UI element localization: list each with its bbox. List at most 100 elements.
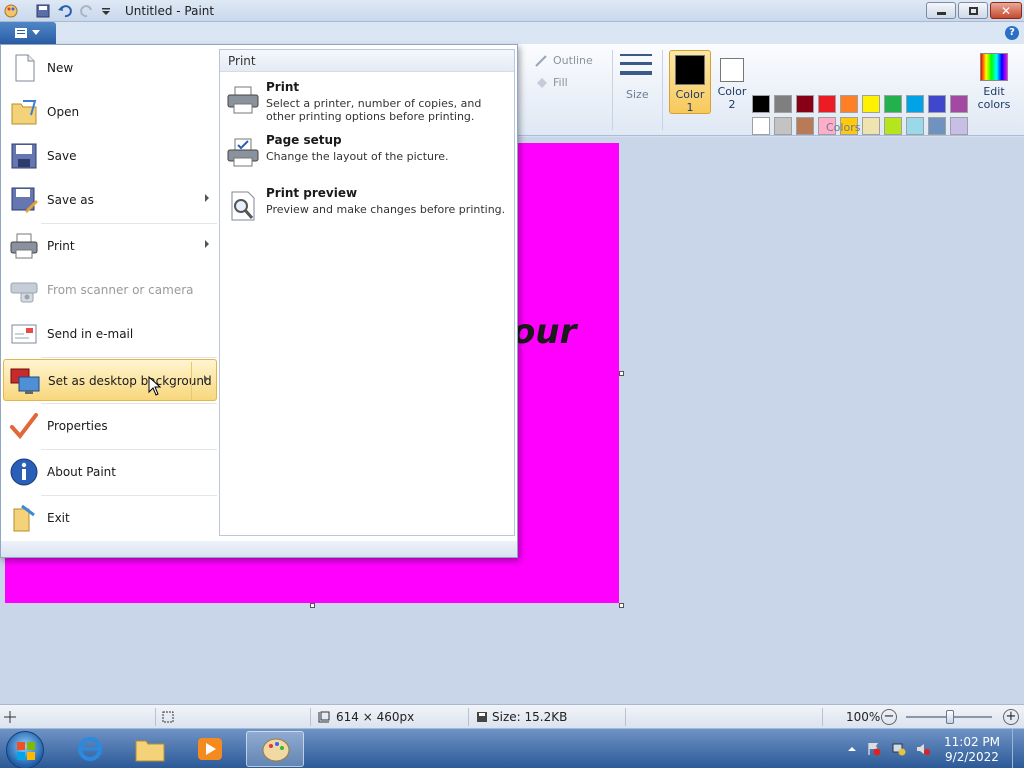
app-menu-button[interactable] — [0, 22, 56, 44]
color2-button[interactable]: Color 2 — [712, 50, 752, 114]
palette-swatch[interactable] — [862, 95, 880, 113]
resize-handle-bottom[interactable] — [310, 603, 315, 608]
network-icon[interactable] — [892, 742, 906, 756]
print-submenu: Print Print Select a printer, number of … — [219, 49, 515, 536]
submenu-item-print-preview[interactable]: Print preview Preview and make changes b… — [224, 186, 510, 234]
resize-handle-corner[interactable] — [619, 603, 624, 608]
menu-item-save[interactable]: Save — [3, 135, 217, 177]
taskbar-media-player[interactable] — [184, 731, 236, 767]
menu-item-label: From scanner or camera — [47, 283, 194, 297]
palette-swatch[interactable] — [928, 95, 946, 113]
status-bar: 614 × 460px Size: 15.2KB 100% − + — [0, 704, 1024, 728]
submenu-item-desc: Select a printer, number of copies, and … — [266, 97, 482, 123]
submenu-item-title: Page setup — [266, 133, 342, 147]
palette-swatch[interactable] — [796, 95, 814, 113]
edit-colors-label: Edit — [983, 85, 1005, 98]
info-icon — [10, 458, 38, 486]
customize-qat-icon[interactable] — [98, 3, 114, 19]
menu-divider — [41, 223, 217, 224]
taskbar-paint[interactable] — [246, 731, 304, 767]
email-icon — [11, 324, 37, 344]
palette-swatch[interactable] — [818, 95, 836, 113]
folder-icon — [135, 740, 165, 762]
color1-button[interactable]: Color 1 — [669, 50, 711, 114]
palette-swatch[interactable] — [950, 95, 968, 113]
taskbar-internet-explorer[interactable] — [64, 731, 116, 767]
menu-divider — [41, 449, 217, 450]
menu-item-label: Exit — [47, 511, 70, 525]
menu-item-open[interactable]: Open — [3, 91, 217, 133]
color2-swatch — [720, 58, 744, 82]
menu-item-exit[interactable]: Exit — [3, 497, 217, 539]
submenu-arrow-icon[interactable] — [204, 375, 208, 383]
minimize-button[interactable] — [926, 2, 956, 19]
app-menu: New Open Save Save as Print From scanner… — [0, 44, 518, 558]
palette-swatch[interactable] — [950, 117, 968, 135]
taskbar-explorer[interactable] — [124, 731, 176, 767]
status-separator — [822, 708, 823, 726]
palette-swatch[interactable] — [928, 117, 946, 135]
color-spectrum-icon — [980, 53, 1008, 81]
paint-app-icon[interactable] — [3, 3, 19, 19]
outline-button[interactable]: Outline — [553, 54, 593, 67]
color1-label: Color — [675, 88, 705, 101]
menu-item-print[interactable]: Print — [3, 225, 217, 267]
show-hidden-icons-icon[interactable] — [845, 742, 859, 756]
menu-item-label: Send in e-mail — [47, 327, 134, 341]
save-icon[interactable] — [35, 3, 51, 19]
help-icon[interactable]: ? — [1005, 26, 1019, 40]
menu-item-new[interactable]: New — [3, 47, 217, 89]
edit-colors-label-2: colors — [977, 98, 1011, 111]
printer-icon — [10, 233, 38, 259]
zoom-out-button[interactable]: − — [881, 709, 897, 725]
show-desktop-button[interactable] — [1012, 729, 1024, 768]
menu-item-save-as[interactable]: Save as — [3, 179, 217, 221]
status-separator — [310, 708, 311, 726]
clock-time: 11:02 PM — [944, 735, 1000, 749]
palette-swatch[interactable] — [752, 117, 770, 135]
palette-swatch[interactable] — [862, 117, 880, 135]
desktop-background-icon — [10, 368, 40, 394]
zoom-in-button[interactable]: + — [1003, 709, 1019, 725]
submenu-arrow-icon — [205, 194, 209, 202]
size-label: Size — [626, 88, 649, 101]
volume-icon[interactable] — [916, 742, 930, 756]
submenu-item-print[interactable]: Print Select a printer, number of copies… — [224, 80, 510, 128]
zoom-slider-thumb[interactable] — [946, 710, 954, 724]
palette-swatch[interactable] — [774, 117, 792, 135]
menu-item-send-email[interactable]: Send in e-mail — [3, 313, 217, 355]
submenu-split-divider — [191, 362, 192, 400]
palette-swatch[interactable] — [906, 117, 924, 135]
resize-handle-right[interactable] — [619, 371, 624, 376]
palette-swatch[interactable] — [796, 117, 814, 135]
close-button[interactable]: ✕ — [990, 2, 1022, 19]
edit-colors-button[interactable]: Edit colors — [974, 50, 1014, 114]
menu-item-label: New — [47, 61, 74, 75]
submenu-item-page-setup[interactable]: Page setup Change the layout of the pict… — [224, 133, 510, 181]
palette-swatch[interactable] — [774, 95, 792, 113]
size-button[interactable]: Size — [618, 52, 656, 112]
menu-item-properties[interactable]: Properties — [3, 405, 217, 447]
menu-item-from-scanner[interactable]: From scanner or camera — [3, 269, 217, 311]
system-clock[interactable]: 11:02 PM 9/2/2022 — [944, 735, 1000, 765]
palette-swatch[interactable] — [906, 95, 924, 113]
undo-icon[interactable] — [57, 3, 73, 19]
colors-group-label: Colors — [826, 121, 861, 134]
taskbar: 11:02 PM 9/2/2022 — [0, 728, 1024, 768]
menu-item-about-paint[interactable]: About Paint — [3, 451, 217, 493]
start-button[interactable] — [6, 731, 44, 768]
menu-item-label: Set as desktop background — [48, 374, 212, 388]
restore-button[interactable] — [958, 2, 988, 19]
palette-swatch[interactable] — [884, 117, 902, 135]
palette-swatch[interactable] — [884, 95, 902, 113]
palette-swatch[interactable] — [752, 95, 770, 113]
redo-icon[interactable] — [79, 3, 95, 19]
action-center-icon[interactable] — [867, 742, 881, 756]
fill-button[interactable]: Fill — [553, 76, 568, 89]
app-menu-icon — [15, 28, 27, 38]
menu-item-set-desktop-background[interactable]: Set as desktop background — [3, 359, 217, 401]
palette-swatch[interactable] — [840, 95, 858, 113]
paint-palette-icon — [262, 738, 290, 762]
canvas-text: our — [512, 312, 577, 352]
menu-item-label: Save — [47, 149, 77, 163]
